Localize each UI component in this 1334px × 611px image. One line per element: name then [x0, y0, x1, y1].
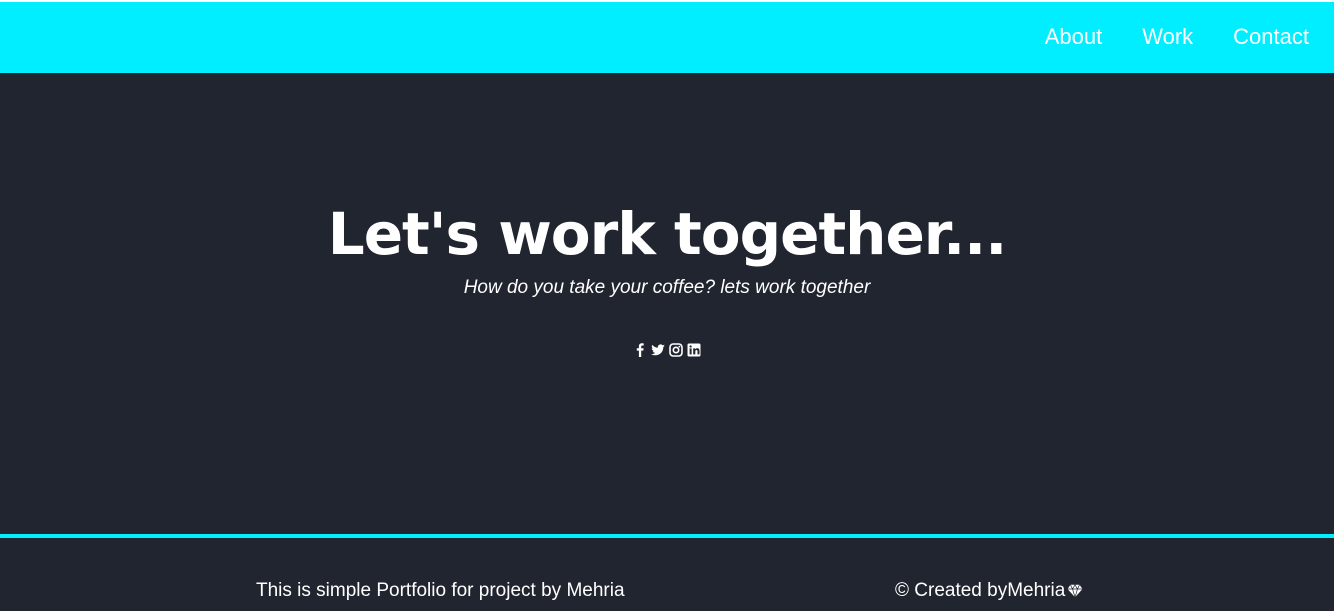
social-links	[0, 343, 1334, 357]
twitter-icon[interactable]	[651, 343, 665, 357]
footer-credit: © Created byMehria	[895, 579, 1083, 603]
hero-section: Let's work together... How do you take y…	[0, 73, 1334, 534]
footer-credit-text: © Created byMehria	[895, 580, 1066, 601]
facebook-icon[interactable]	[633, 343, 647, 357]
footer: This is simple Portfolio for project by …	[0, 538, 1334, 611]
linkedin-icon[interactable]	[687, 343, 701, 357]
hero-title: Let's work together...	[327, 200, 1008, 268]
main-nav: About Work Contact	[1005, 22, 1309, 52]
instagram-icon[interactable]	[669, 343, 683, 357]
gem-icon	[1067, 584, 1083, 598]
nav-link-about[interactable]: About	[1045, 22, 1103, 52]
nav-link-contact[interactable]: Contact	[1233, 22, 1309, 52]
nav-link-work[interactable]: Work	[1142, 22, 1193, 52]
page: About Work Contact Let's work together..…	[0, 0, 1334, 611]
footer-description: This is simple Portfolio for project by …	[256, 580, 625, 601]
hero-subtitle: How do you take your coffee? lets work t…	[463, 277, 871, 298]
top-navbar: About Work Contact	[0, 0, 1334, 73]
